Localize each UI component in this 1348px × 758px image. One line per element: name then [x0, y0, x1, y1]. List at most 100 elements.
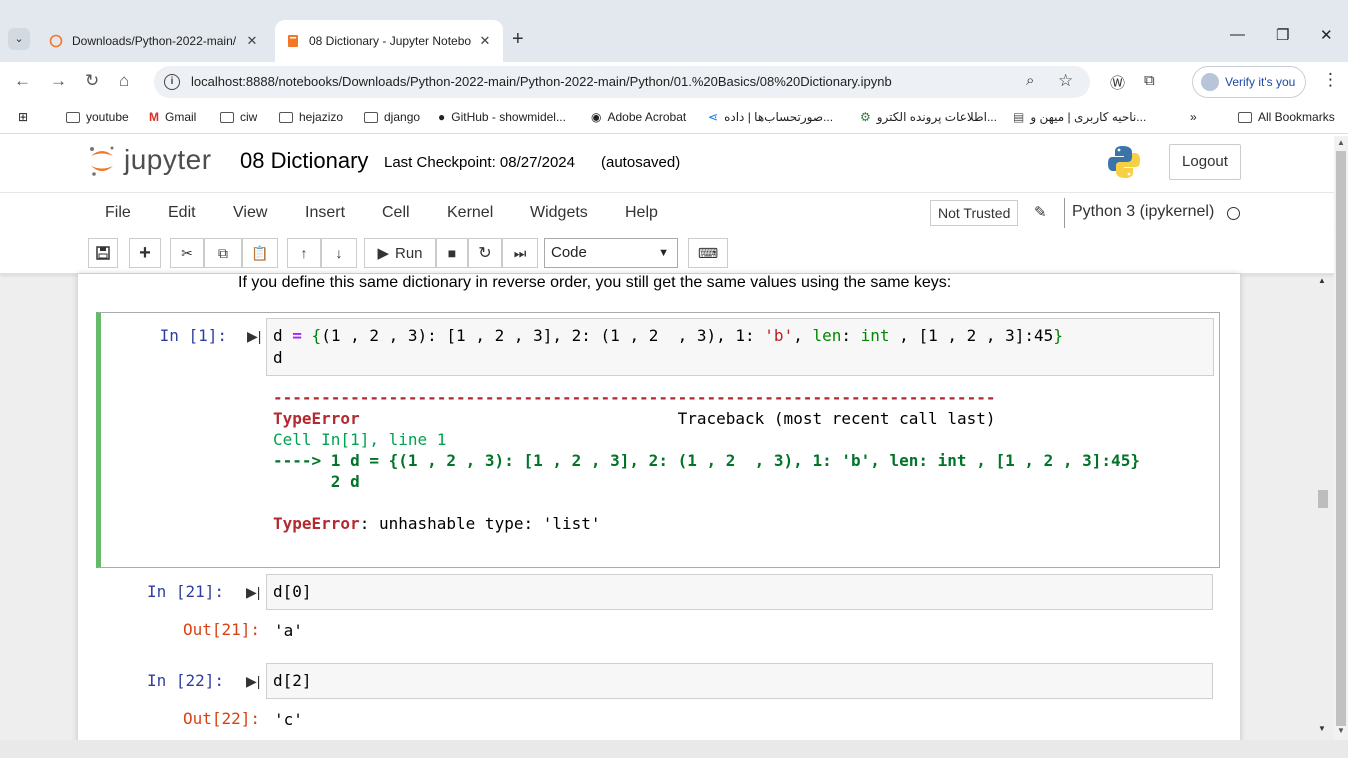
menu-help[interactable]: Help: [625, 204, 658, 222]
logout-button[interactable]: Logout: [1169, 144, 1241, 180]
bookmark-gmail[interactable]: M Gmail: [149, 110, 196, 124]
notebook-title[interactable]: 08 Dictionary: [240, 148, 368, 174]
bookmark-user-area[interactable]: ▤ ناحیه کاربری | میهن و...: [1013, 110, 1146, 124]
menu-kernel[interactable]: Kernel: [447, 204, 493, 222]
copy-icon[interactable]: ⧉: [204, 238, 242, 268]
browser-menu-icon[interactable]: ⋮: [1322, 70, 1339, 90]
markdown-cell[interactable]: If you define this same dictionary in re…: [238, 274, 951, 292]
bookmark-django[interactable]: django: [364, 110, 420, 124]
back-icon[interactable]: ←: [14, 71, 31, 91]
cell-type-select[interactable]: Code ▼: [544, 238, 678, 268]
more-bookmarks-icon[interactable]: »: [1190, 110, 1197, 124]
move-down-icon[interactable]: ↓: [321, 238, 357, 268]
bookmark-electronic-file[interactable]: ⚙ اطلاعات پرونده الکترو...: [860, 110, 997, 124]
address-bar[interactable]: i localhost:8888/notebooks/Downloads/Pyt…: [154, 66, 1090, 98]
kernel-idle-indicator-icon: [1227, 207, 1240, 220]
restart-run-all-icon[interactable]: ⏭: [502, 238, 538, 268]
insert-cell-icon[interactable]: +: [129, 238, 161, 268]
run-button[interactable]: ▶ Run: [364, 238, 436, 268]
scroll-down-icon[interactable]: ▼: [1337, 726, 1345, 735]
gear-icon: ⚙: [860, 110, 871, 124]
output-prompt: Out[22]:: [182, 709, 260, 728]
new-tab-icon[interactable]: +: [512, 28, 524, 50]
scroll-down-icon[interactable]: ▼: [1318, 724, 1326, 733]
bookmark-star-icon[interactable]: ☆: [1058, 71, 1073, 91]
notebook-toolbar: + ✂ ⧉ 📋 ↑ ↓ ▶ Run ■ ↻ ⏭ Code ▼ ⌨: [0, 232, 1334, 274]
menu-insert[interactable]: Insert: [305, 204, 345, 222]
acrobat-icon: ◉: [591, 110, 602, 124]
folder-icon: [279, 111, 293, 123]
minimize-icon[interactable]: —: [1230, 26, 1245, 43]
paste-icon[interactable]: 📋: [242, 238, 278, 268]
home-icon[interactable]: ⌂: [119, 71, 129, 91]
bookmark-youtube[interactable]: youtube: [66, 110, 129, 124]
notebook-scroll-thumb[interactable]: [1318, 490, 1328, 508]
forward-icon[interactable]: →: [50, 71, 67, 91]
input-prompt: In [1]:: [159, 326, 227, 345]
site-info-icon[interactable]: i: [164, 74, 180, 90]
github-icon: ●: [438, 110, 446, 124]
not-trusted-button[interactable]: Not Trusted: [930, 200, 1019, 226]
all-bookmarks[interactable]: All Bookmarks: [1238, 110, 1335, 124]
cell-ref: Cell In[1], line 1: [273, 430, 447, 449]
close-icon[interactable]: ✕: [244, 33, 260, 49]
run-cell-icon[interactable]: ▶|: [247, 328, 261, 345]
apps-grid-icon[interactable]: ⊞: [18, 110, 28, 124]
jupyter-wordmark: jupyter: [124, 144, 212, 175]
code-input[interactable]: d[0]: [266, 574, 1213, 610]
page-scroll-thumb[interactable]: [1336, 151, 1346, 726]
browser-tab-bar: ⌄ Downloads/Python-2022-main/ ✕ 08 Dicti…: [0, 0, 1348, 62]
output-prompt: Out[21]:: [182, 620, 260, 639]
interrupt-icon[interactable]: ■: [436, 238, 468, 268]
bookmark-adobe-acrobat[interactable]: ◉ Adobe Acrobat: [591, 110, 686, 124]
kernel-separator: [1064, 198, 1065, 228]
cell-output: 'c': [274, 710, 303, 729]
tab-search-button[interactable]: ⌄: [8, 28, 30, 50]
tab-dictionary[interactable]: 08 Dictionary - Jupyter Notebo ✕: [275, 20, 503, 62]
extension-wordpress-icon[interactable]: Ⓦ: [1110, 72, 1125, 93]
edit-pencil-icon[interactable]: ✎: [1034, 203, 1047, 221]
reload-icon[interactable]: ↻: [85, 71, 99, 91]
avatar: [1201, 73, 1219, 91]
page-scrollbar[interactable]: ▲ ▼: [1334, 136, 1348, 740]
document-icon: ▤: [1013, 110, 1025, 124]
bookmark-ciw[interactable]: ciw: [220, 110, 257, 124]
bookmark-hejazizo[interactable]: hejazizo: [279, 110, 343, 124]
menu-edit[interactable]: Edit: [168, 204, 196, 222]
notebook-favicon: [285, 33, 301, 49]
window-close-icon[interactable]: ✕: [1320, 26, 1333, 44]
run-cell-icon[interactable]: ▶|: [246, 584, 260, 601]
run-icon: ▶: [377, 245, 389, 262]
scroll-up-icon[interactable]: ▲: [1318, 276, 1326, 285]
tab-downloads[interactable]: Downloads/Python-2022-main/ ✕: [38, 20, 270, 62]
last-checkpoint: Last Checkpoint: 08/27/2024: [384, 154, 575, 171]
kernel-name[interactable]: Python 3 (ipykernel): [1072, 203, 1214, 221]
menu-file[interactable]: File: [105, 204, 131, 222]
cell-output: 'a': [274, 621, 303, 640]
zoom-icon[interactable]: ⌕: [1026, 72, 1034, 89]
restore-icon[interactable]: ❐: [1276, 26, 1289, 44]
menu-widgets[interactable]: Widgets: [530, 204, 588, 222]
restart-icon[interactable]: ↻: [468, 238, 502, 268]
scroll-up-icon[interactable]: ▲: [1337, 138, 1345, 147]
menu-view[interactable]: View: [233, 204, 267, 222]
folder-icon: [220, 111, 234, 123]
close-icon[interactable]: ✕: [477, 33, 493, 49]
keyboard-shortcuts-icon[interactable]: ⌨: [688, 238, 728, 268]
move-up-icon[interactable]: ↑: [287, 238, 321, 268]
code-cell-selected[interactable]: In [1]: ▶| d = {(1 , 2 , 3): [1 , 2 , 3]…: [96, 312, 1220, 568]
run-cell-icon[interactable]: ▶|: [246, 673, 260, 690]
menu-cell[interactable]: Cell: [382, 204, 410, 222]
profile-verify-button[interactable]: Verify it's you: [1192, 66, 1306, 98]
cut-icon[interactable]: ✂: [170, 238, 204, 268]
bookmark-invoices[interactable]: ⋖ صورتحساب‌ها | داده...: [708, 110, 833, 124]
code-input[interactable]: d[2]: [266, 663, 1213, 699]
jupyter-logo[interactable]: jupyter: [88, 144, 212, 176]
save-icon[interactable]: [88, 238, 118, 268]
notebook-scrollbar[interactable]: ▲ ▼: [1316, 276, 1332, 736]
bookmark-github[interactable]: ● GitHub - showmidel...: [438, 110, 566, 124]
autosave-status: (autosaved): [601, 154, 681, 171]
extensions-puzzle-icon[interactable]: ⧉: [1144, 72, 1155, 89]
code-input[interactable]: d = {(1 , 2 , 3): [1 , 2 , 3], 2: (1 , 2…: [266, 318, 1214, 376]
share-icon: ⋖: [708, 110, 719, 124]
